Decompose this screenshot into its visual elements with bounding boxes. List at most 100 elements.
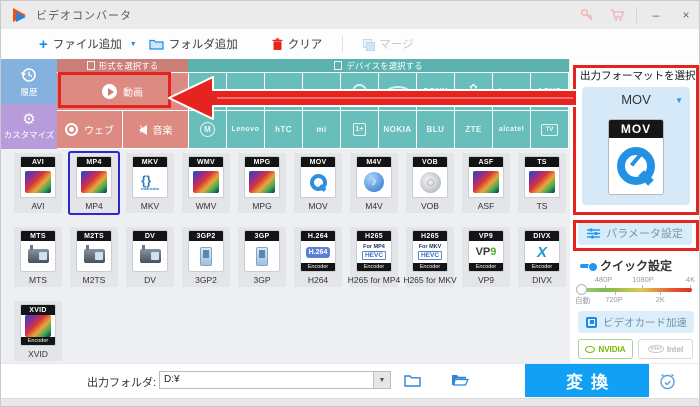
format-tile-label: DV [144,275,156,285]
clear-label: クリア [287,39,323,51]
mpg-file-icon: MPG [244,156,280,198]
lenovo-logo-icon: Lenovo [231,126,260,133]
intel-label: Intel [666,344,684,354]
path-dropdown-button[interactable]: ▼ [373,372,390,388]
format-tile-label: MPG [252,201,272,211]
format-tile-vob[interactable]: VOB VOB [406,153,454,213]
format-tile-wmv[interactable]: WMV WMV [182,153,230,213]
chevron-down-icon[interactable]: ▼ [675,96,683,105]
m2ts-file-icon: M2TS [76,230,112,272]
tab-device-tv-logo[interactable]: TV [531,111,568,148]
add-folder-button[interactable]: フォルダ追加 [143,29,244,59]
slider-track[interactable] [576,284,692,295]
tab-device-honor-logo[interactable]: honor [493,73,530,110]
minimize-button[interactable]: – [641,1,671,29]
format-tile-mts[interactable]: MTS MTS [14,227,62,287]
format-tile-divx[interactable]: DIVX X Encoder DIVX [518,227,566,287]
tab-device-sony-logo[interactable]: SONY [417,73,454,110]
browse-folder-button[interactable] [401,370,423,390]
history-label: 履歴 [20,86,38,97]
format-tile-asf[interactable]: ASF ASF [462,153,510,213]
format-tile-dv[interactable]: DV DV [126,227,174,287]
tab-device-oneplus-logo[interactable]: 1+ [341,111,378,148]
tab-device-round-logo[interactable] [341,73,378,110]
intel-button[interactable]: intel Intel [638,339,693,359]
parameter-settings-button[interactable]: パラメータ設定 [578,221,692,245]
bottom-bar: 出力フォルダ: D:¥ ▼ 変換 [1,363,699,398]
output-format-panel[interactable]: MOV ▼ MOV [582,87,690,205]
tab-device-apple-logo[interactable] [189,73,226,110]
tab-device-blu-logo[interactable]: BLU [417,111,454,148]
schedule-timer-button[interactable] [656,371,678,391]
convert-button[interactable]: 変換 [525,364,649,397]
quick-settings-header: クイック設定 [580,257,672,274]
tab-device-hidden-logo[interactable] [227,73,264,110]
format-tile-mpg[interactable]: MPG MPG [238,153,286,213]
format-tile-h264[interactable]: H.264 H.264 Encoder H264 [294,227,342,287]
gpu-acceleration-toggle[interactable]: ビデオカード加速 [578,311,694,333]
tab-device-motorola-logo[interactable]: M [189,111,226,148]
footer-strip [1,398,699,406]
add-file-dropdown-icon[interactable]: ▼ [130,41,137,48]
tab-device-asus-logo[interactable]: ASUS [531,73,568,110]
tab-device-hidden-logo[interactable] [303,73,340,110]
format-tile-vp9[interactable]: VP9 VP9 Encoder VP9 [462,227,510,287]
gpu-icon [586,316,597,328]
format-tile-ts[interactable]: TS TS [518,153,566,213]
tab-device-hidden-logo[interactable] [265,73,302,110]
open-output-folder-button[interactable] [449,370,471,390]
format-tile-h265mkv[interactable]: H265 For MKV HEVC Encoder H265 for MKV [403,227,457,287]
sidebar-item-customize[interactable]: ⚙ カスタマイズ [1,104,57,149]
store-cart-icon[interactable] [602,1,632,29]
tab-device-oval-logo[interactable] [379,73,416,110]
ts-file-icon: TS [524,156,560,198]
add-file-button[interactable]: + ファイル追加 [33,29,128,59]
nvidia-logo-icon [585,345,596,353]
tab-device-mi-logo[interactable]: mi [303,111,340,148]
format-tile-mov[interactable]: MOV MOV [294,153,342,213]
mkv-file-icon: MKV{} matroska [132,156,168,198]
format-tile-3gp2[interactable]: 3GP2 3GP2 [182,227,230,287]
merge-button[interactable]: マージ [357,29,419,59]
format-tile-label: VP9 [477,275,495,285]
format-tile-label: TS [536,201,548,211]
toolbar: + ファイル追加 ▼ フォルダ追加 クリア マージ [1,29,699,60]
sliders-icon [587,227,601,239]
slider-thumb[interactable] [576,284,587,295]
nvidia-button[interactable]: NVIDIA [578,339,633,359]
tab-device-lenovo-logo[interactable]: Lenovo [227,111,264,148]
format-tile-avi[interactable]: AVI AVI [14,153,62,213]
close-button[interactable]: × [671,1,699,29]
format-tile-h265mp4[interactable]: H265 For MP4 HEVC Encoder H265 for MP4 [348,227,400,287]
output-path-combobox[interactable]: D:¥ ▼ [159,371,391,389]
tab-device-nokia-logo[interactable]: NOKIA [379,111,416,148]
clear-button[interactable]: クリア [266,29,329,59]
sidebar-item-history[interactable]: 履歴 [1,59,57,104]
mi-logo-icon: mi [316,125,327,134]
mov-file-icon: MOV [300,156,336,198]
tab-music-format[interactable]: 音楽 [123,111,188,148]
tab-video-format[interactable]: 動画 [57,73,188,110]
format-tile-mp4[interactable]: MP4 MP4 [70,153,118,213]
format-tile-xvid[interactable]: XVID Encoder XVID [14,301,62,361]
asf-file-icon: ASF [468,156,504,198]
format-tile-m4v[interactable]: M4V ♪ M4V [350,153,398,213]
slider-label-2K: 2K [655,295,665,304]
toolbar-separator [342,36,344,52]
format-tile-label: 3GP [253,275,271,285]
video-tab-label: 動画 [123,88,143,99]
tab-device-alcatel-logo[interactable]: alcatel [493,111,530,148]
video-converter-window: ビデオコンバータ – × + ファイル追加 ▼ フォルダ追加 クリア マージ 履… [0,0,700,407]
tab-device-zte-logo[interactable]: ZTE [455,111,492,148]
format-tile-3gp[interactable]: 3GP 3GP [238,227,286,287]
format-tile-m2ts[interactable]: M2TS M2TS [70,227,118,287]
register-key-icon[interactable] [572,1,602,29]
format-tile-mkv[interactable]: MKV{} matroska MKV [126,153,174,213]
quick-settings-label: クイック設定 [600,259,673,273]
3gp2-file-icon: 3GP2 [188,230,224,272]
tab-device-htc-logo[interactable]: hTC [265,111,302,148]
slider-label-自動: 自動 [575,296,591,305]
tab-web-format[interactable]: ウェブ [57,111,122,148]
asus-logo-icon: ASUS [537,87,562,96]
tab-device-huawei-logo[interactable]: ✿ HUAWEI [455,73,492,110]
